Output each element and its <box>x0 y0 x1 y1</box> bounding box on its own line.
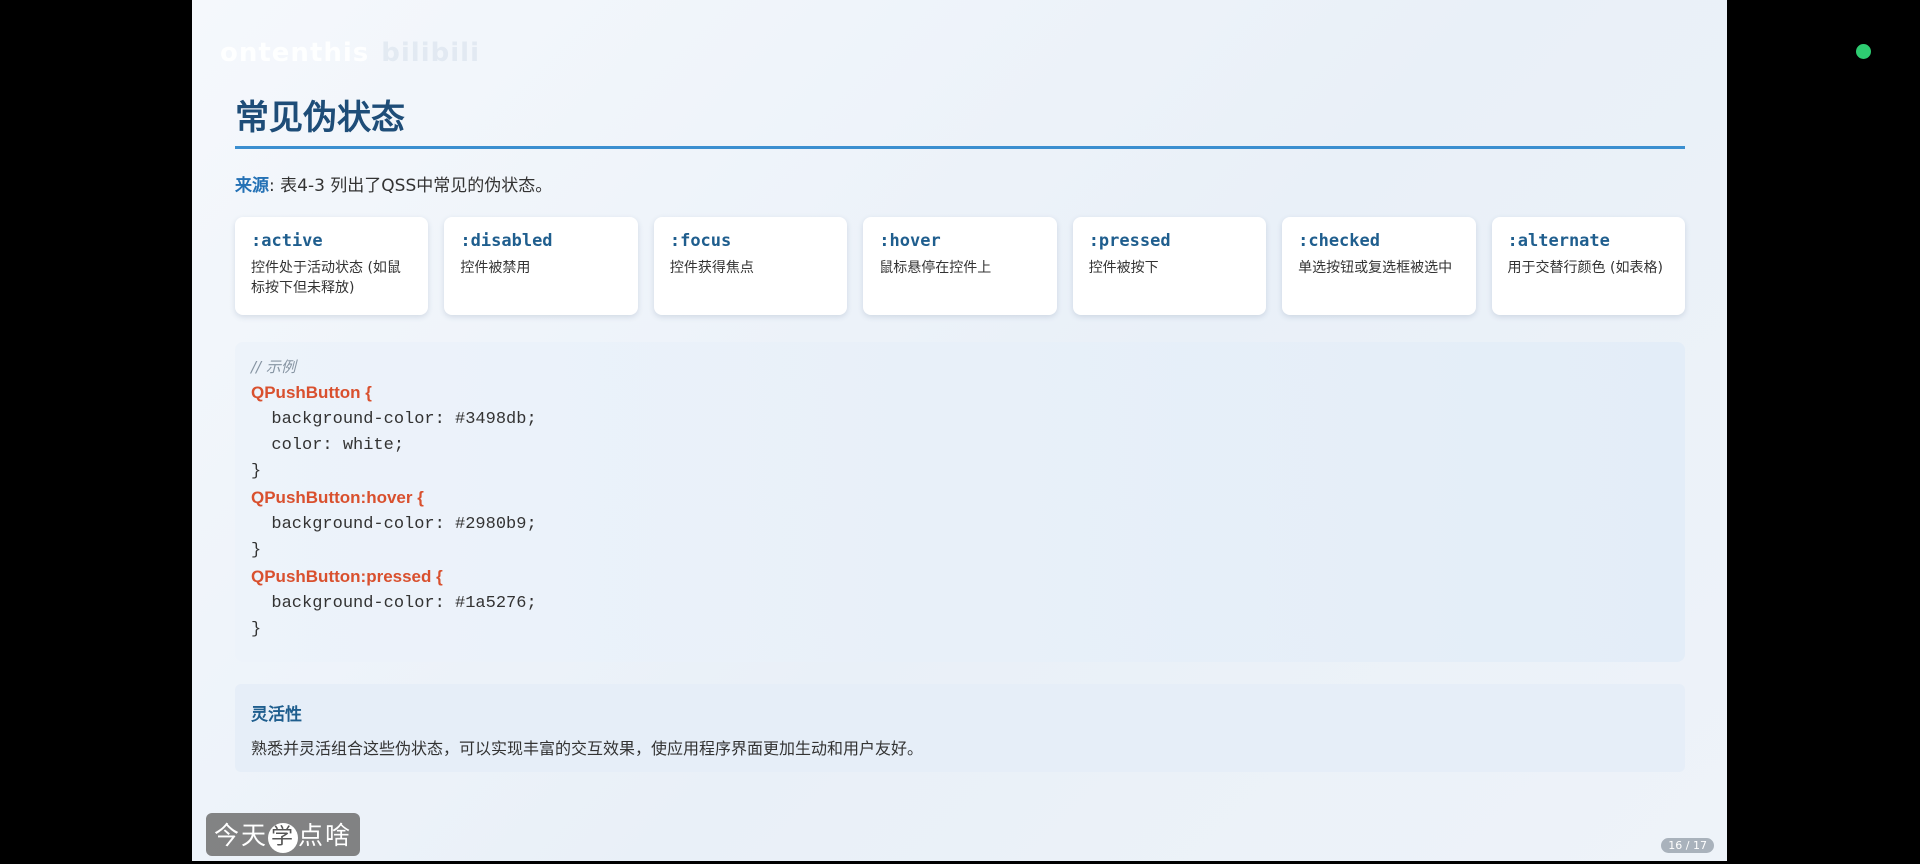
card-desc: 控件被禁用 <box>460 260 531 276</box>
title-divider <box>235 146 1685 149</box>
code-selector: QPushButton { <box>251 383 372 403</box>
note-text: 熟悉并灵活组合这些伪状态，可以实现丰富的交互效果，使应用程序界面更加生动和用户友… <box>251 739 924 758</box>
card-desc: 控件获得焦点 <box>669 260 754 276</box>
watermark: ontenthis bilibili <box>220 38 480 68</box>
card-desc: 控件被按下 <box>1088 260 1159 276</box>
card-desc: 单选按钮或复选框被选中 <box>1298 260 1453 276</box>
card-desc: 鼠标悬停在控件上 <box>879 260 992 276</box>
card-name: :disabled <box>460 231 553 251</box>
card-name: :alternate <box>1507 231 1610 251</box>
channel-badge: 今天学点啥 <box>206 813 361 856</box>
page-title: 常见伪状态 <box>235 98 405 138</box>
source-text: : 表4-3 列出了QSS中常见的伪状态。 <box>269 176 553 196</box>
code-brace: } <box>251 619 262 639</box>
note-heading: 灵活性 <box>251 705 302 725</box>
code-brace: } <box>251 462 262 482</box>
card-active: :active 控件处于活动状态 (如鼠标按下但未释放) <box>235 217 429 315</box>
card-disabled: :disabled 控件被禁用 <box>444 217 638 315</box>
pseudo-state-cards: :active 控件处于活动状态 (如鼠标按下但未释放) :disabled 控… <box>235 217 1685 315</box>
code-comment: // 示例 <box>251 358 296 376</box>
watermark-text: ontenthis <box>220 38 370 68</box>
card-desc: 用于交替行颜色 (如表格) <box>1507 260 1663 276</box>
code-selector: QPushButton:hover { <box>251 488 424 508</box>
card-desc: 控件处于活动状态 (如鼠标按下但未释放) <box>251 260 401 296</box>
status-dot <box>1856 44 1871 59</box>
badge-text: 点啥 <box>298 821 353 850</box>
card-alternate: :alternate 用于交替行颜色 (如表格) <box>1491 217 1685 315</box>
bilibili-watermark: bilibili <box>381 38 480 68</box>
card-name: :hover <box>879 231 941 251</box>
card-hover: :hover 鼠标悬停在控件上 <box>863 217 1057 315</box>
slide: ontenthis bilibili 常见伪状态 来源: 表4-3 列出了QSS中… <box>192 0 1727 861</box>
page-indicator: 16 / 17 <box>1661 838 1714 853</box>
source-label: 来源 <box>235 176 269 196</box>
card-checked: :checked 单选按钮或复选框被选中 <box>1282 217 1476 315</box>
code-line: background-color: #2980b9; <box>251 514 537 534</box>
code-brace: } <box>251 541 262 561</box>
flexibility-note: 灵活性 熟悉并灵活组合这些伪状态，可以实现丰富的交互效果，使应用程序界面更加生动… <box>235 684 1685 772</box>
card-pressed: :pressed 控件被按下 <box>1072 217 1267 315</box>
card-focus: :focus 控件获得焦点 <box>653 217 848 315</box>
badge-text: 今天 <box>214 821 269 850</box>
card-name: :active <box>251 231 323 251</box>
code-line: color: white; <box>251 435 405 455</box>
code-line: background-color: #1a5276; <box>251 593 537 613</box>
code-selector: QPushButton:pressed { <box>251 567 443 587</box>
code-example: // 示例 QPushButton { background-color: #3… <box>235 342 1685 662</box>
code-line: background-color: #3498db; <box>251 409 537 429</box>
card-name: :focus <box>669 231 732 251</box>
card-name: :checked <box>1298 231 1380 251</box>
card-name: :pressed <box>1088 231 1171 251</box>
source-line: 来源: 表4-3 列出了QSS中常见的伪状态。 <box>235 171 552 196</box>
badge-circle: 学 <box>268 823 299 853</box>
